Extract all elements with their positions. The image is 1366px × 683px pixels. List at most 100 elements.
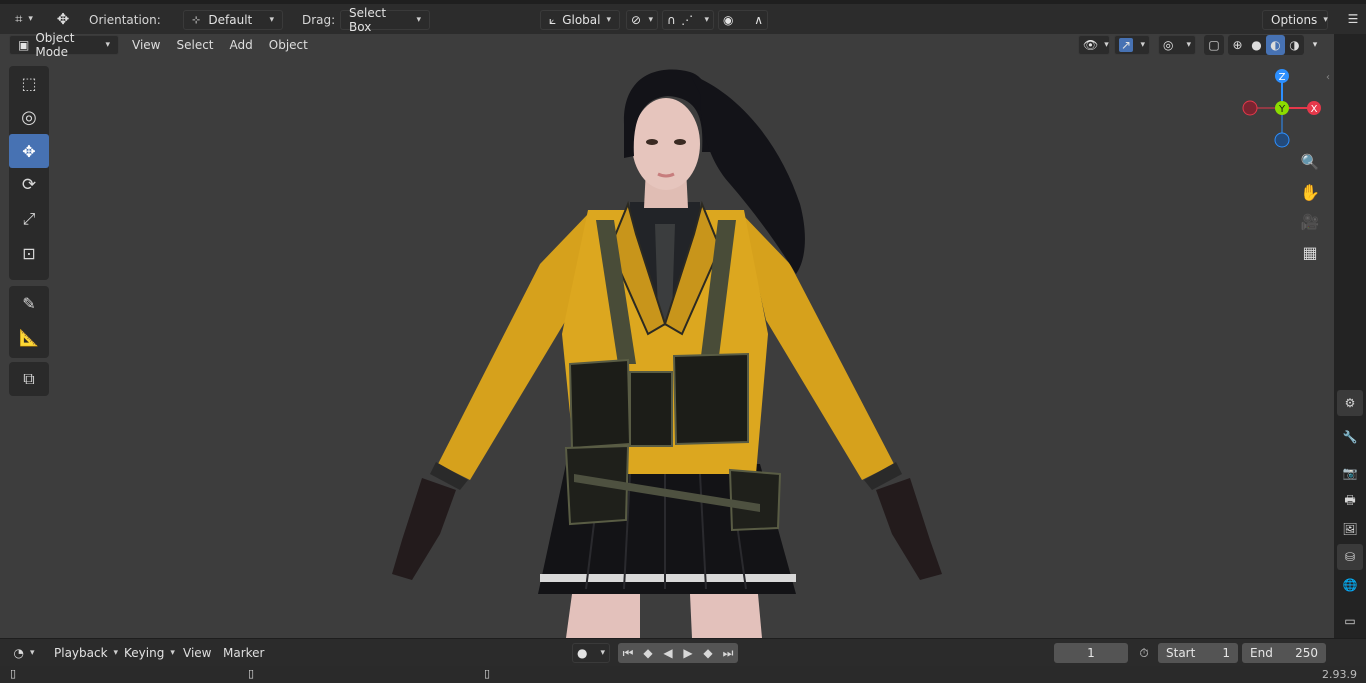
orientation-dropdown[interactable]: ⊹ Default ▾ [183, 10, 283, 30]
rotate-tool[interactable]: ⟳ [9, 168, 49, 202]
solid-shading-icon[interactable]: ● [1247, 35, 1266, 55]
overlays-toggle[interactable]: ◎ ▾ [1158, 35, 1196, 55]
add-tools: ⧉ [9, 362, 49, 396]
chevron-down-icon: ▾ [28, 14, 33, 24]
material-shading-icon[interactable]: ◐ [1266, 35, 1285, 55]
snap-toggle[interactable]: ∩ ⋰ ▾ [662, 10, 714, 30]
viewport-menus: View Select Add Object [124, 35, 316, 55]
prev-keyframe-icon[interactable]: ◆ [638, 643, 658, 663]
tool-properties-tab[interactable]: ⚙ [1337, 390, 1363, 416]
next-keyframe-icon[interactable]: ◆ [698, 643, 718, 663]
zoom-button[interactable]: 🔍 [1296, 148, 1324, 176]
output-tab[interactable]: 🖶 [1337, 488, 1363, 514]
perspective-toggle-button[interactable]: ▦ [1296, 238, 1324, 266]
neg-z-axis-handle[interactable] [1274, 132, 1290, 148]
pivot-icon: ⊘ [631, 13, 642, 27]
orientation-label: Orientation: [89, 13, 161, 27]
status-bar: ▯ ▯ ▯ 2.93.9 [0, 666, 1366, 683]
marker-menu[interactable]: Marker [215, 643, 272, 663]
z-axis-label: Z [1279, 72, 1286, 83]
scene-tab[interactable]: ⛁ [1337, 544, 1363, 570]
sidebar-expand-icon[interactable]: ‹ [1326, 72, 1330, 83]
tool-tab[interactable]: 🔧 [1337, 424, 1363, 450]
right-leg [690, 594, 762, 638]
menu-select[interactable]: Select [168, 35, 221, 55]
measure-tool[interactable]: 📐 [9, 320, 49, 354]
drag-dropdown[interactable]: Select Box ▾ [340, 6, 430, 34]
gizmo-toggle[interactable]: ↗ ▾ [1114, 35, 1150, 55]
timeline-editor-type[interactable]: ◔ ▾ [8, 643, 40, 663]
timeline-view-menu[interactable]: View [175, 643, 219, 663]
xray-toggle[interactable]: ▢ [1204, 35, 1224, 55]
scale-tool[interactable]: ⤢ [9, 202, 49, 236]
preview-range-toggle[interactable]: ⏱ [1134, 643, 1154, 663]
playback-menu[interactable]: Playback ▾ [46, 643, 118, 663]
visibility-dropdown[interactable]: 👁 ▾ [1078, 35, 1110, 55]
menu-object[interactable]: Object [261, 35, 316, 55]
jump-start-icon[interactable]: ⏮ [618, 643, 638, 663]
transform-tool[interactable]: ⊡ [9, 236, 49, 270]
proportional-editing[interactable]: ◉ ∧ [718, 10, 768, 30]
chevron-down-icon: ▾ [1104, 40, 1109, 50]
world-tab[interactable]: 🌐 [1337, 572, 1363, 598]
render-tab[interactable]: 📷 [1337, 460, 1363, 486]
options-dropdown[interactable]: Options ▾ [1262, 10, 1328, 30]
add-cube-tool[interactable]: ⧉ [9, 362, 49, 396]
cursor-tool[interactable]: ◎ [9, 100, 49, 134]
outliner-toggle[interactable]: ☰ [1342, 9, 1364, 29]
auto-keying[interactable]: ● ▾ [572, 643, 610, 663]
wrench-icon: 🔧 [1342, 430, 1358, 444]
move-tool[interactable]: ✥ [9, 134, 49, 168]
start-frame-field[interactable]: Start 1 [1158, 643, 1238, 663]
chevron-down-icon: ▾ [600, 648, 605, 658]
menu-add[interactable]: Add [222, 35, 261, 55]
drag-label: Drag: [302, 13, 336, 27]
pan-button[interactable]: ✋ [1296, 178, 1324, 206]
camera-view-button[interactable]: 🎥 [1296, 208, 1324, 236]
x-axis-label: X [1311, 104, 1318, 115]
start-value: 1 [1222, 646, 1230, 660]
pivot-point-dropdown[interactable]: ⊘ ▾ [626, 10, 658, 30]
character-model [392, 69, 942, 638]
rendered-shading-icon[interactable]: ◑ [1285, 35, 1304, 55]
chevron-down-icon: ▾ [1186, 40, 1191, 50]
left-leg [566, 594, 640, 638]
collection-tab[interactable]: ▭ [1337, 608, 1363, 634]
shading-options[interactable]: ▾ [1306, 35, 1324, 55]
playback-controls: ⏮ ◆ ◀ ▶ ◆ ⏭ [618, 643, 738, 663]
navigation-gizmo[interactable]: Z X Y [1240, 66, 1326, 152]
chevron-down-icon: ▾ [606, 15, 612, 25]
3d-viewport[interactable] [0, 34, 1334, 638]
outliner-icon: ☰ [1347, 12, 1359, 26]
drag-value: Select Box [349, 6, 387, 34]
editor-type-button[interactable]: ⌗ ▾ [8, 9, 40, 29]
mouse-right-icon: ▯ [484, 667, 491, 680]
current-frame-field[interactable]: 1 [1054, 643, 1128, 663]
move-icon: ✥ [22, 141, 36, 161]
jump-end-icon[interactable]: ⏭ [718, 643, 738, 663]
menu-view[interactable]: View [124, 35, 168, 55]
neg-x-axis-handle[interactable] [1242, 100, 1258, 116]
mode-dropdown[interactable]: ▣ Object Mode ▾ [9, 31, 119, 59]
chevron-down-icon: ▾ [416, 15, 421, 25]
play-reverse-icon[interactable]: ◀ [658, 643, 678, 663]
select-box-icon: ⬚ [21, 73, 37, 93]
measure-icon: 📐 [19, 327, 39, 347]
mode-value: Object Mode [35, 31, 75, 59]
play-icon[interactable]: ▶ [678, 643, 698, 663]
mouse-left-icon: ▯ [10, 667, 17, 680]
scale-icon: ⤢ [22, 209, 36, 228]
end-frame-field[interactable]: End 250 [1242, 643, 1326, 663]
annotate-icon: ✎ [22, 293, 36, 313]
view-layer-tab[interactable]: 🖼 [1337, 516, 1363, 542]
wireframe-shading-icon[interactable]: ⊕ [1228, 35, 1247, 55]
select-box-tool[interactable]: ⬚ [9, 66, 49, 100]
annotate-tool[interactable]: ✎ [9, 286, 49, 320]
collection-icon: ▭ [1344, 614, 1356, 628]
keying-menu[interactable]: Keying ▾ [116, 643, 175, 663]
transform-orientation-dropdown[interactable]: ⟀ Global ▾ [540, 10, 620, 30]
start-label: Start [1166, 646, 1196, 660]
overlay-icon: ◎ [1163, 38, 1174, 52]
active-tool-button[interactable]: ✥ [50, 9, 76, 29]
xray-icon: ▢ [1208, 38, 1220, 52]
